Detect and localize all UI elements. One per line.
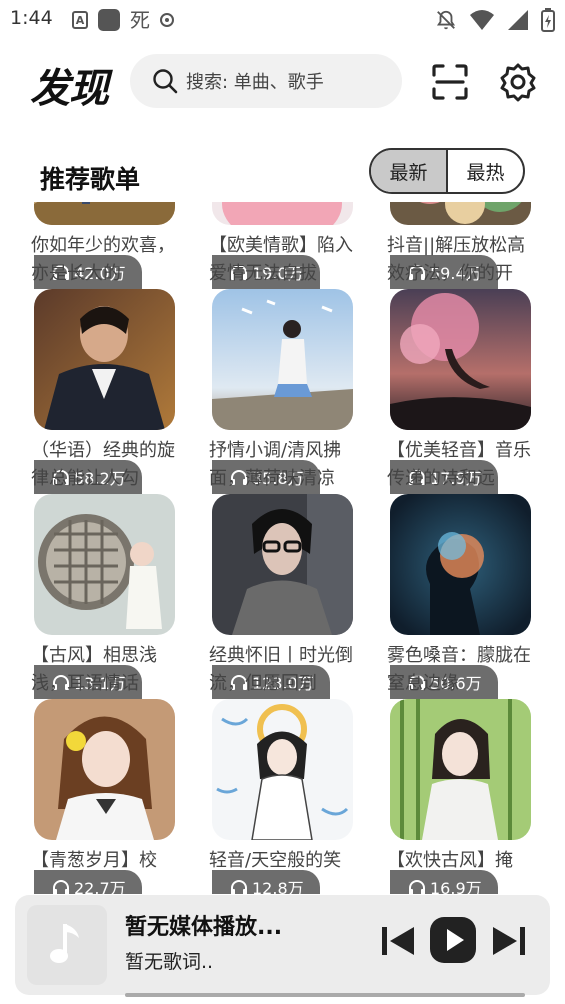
playlist-cover (212, 494, 353, 635)
search-placeholder: 搜索: 单曲、歌手 (186, 72, 324, 93)
status-time: 1:44 (10, 7, 53, 29)
playlist-title: 【优美轻音】音乐传递的诗和远 (387, 440, 531, 489)
player-artwork (27, 905, 107, 985)
mute-bell-icon (436, 10, 456, 30)
playlist-title: 【青葱岁月】校 (31, 850, 157, 871)
playlist-title: 经典怀旧丨时光倒流，但愿回到 (209, 645, 353, 694)
skip-next-icon (493, 927, 525, 955)
playlist-cover (390, 289, 531, 430)
app-glyph-icon: 死 (130, 8, 150, 32)
playlist-title: 轻音/天空般的笑 (209, 850, 342, 871)
play-icon (430, 917, 476, 963)
sort-toggle: 最新 最热 (369, 148, 525, 194)
play-button[interactable] (429, 916, 477, 964)
playlist-title: 抖音||解压放松高效疗法，你的开 (387, 235, 526, 284)
playlist-cover (34, 202, 175, 225)
status-bar: 1:44 A 死 (0, 0, 565, 38)
battery-icon (541, 8, 555, 32)
player-title: 暂无媒体播放... (125, 915, 283, 940)
playback-progress[interactable] (125, 993, 525, 997)
playlist-card[interactable]: 58.2万 （华语）经典的旋律总能让人勾 (31, 289, 178, 494)
playlist-title: 【欢快古风】掩 (387, 850, 513, 871)
record-icon (160, 13, 174, 27)
skip-previous-icon (382, 927, 414, 955)
wifi-icon (470, 10, 494, 30)
playlist-card[interactable]: 12.8万 轻音/天空般的笑 (209, 699, 356, 894)
previous-button[interactable] (378, 921, 418, 961)
search-input[interactable]: 搜索: 单曲、歌手 (130, 54, 402, 108)
playlist-card[interactable]: 123.0万 经典怀旧丨时光倒流，但愿回到 (209, 494, 356, 699)
playlist-cover (390, 494, 531, 635)
playlist-card[interactable]: 17.9万 【优美轻音】音乐传递的诗和远 (387, 289, 534, 494)
page-title: 发现 (30, 66, 109, 112)
playlist-card[interactable]: 35.8万 抒情小调/清风拂面，薄荷味清凉 (209, 289, 356, 494)
gear-icon (500, 63, 536, 102)
app-square-icon (98, 9, 120, 31)
tab-latest[interactable]: 最新 (371, 150, 448, 192)
tab-hottest[interactable]: 最热 (448, 150, 523, 192)
playlist-title: 你如年少的欢喜，亦是长大的 (31, 235, 175, 284)
playlist-card[interactable]: 16.9万 【欢快古风】掩 (387, 699, 534, 894)
settings-button[interactable] (498, 62, 538, 102)
playlist-cover (390, 699, 531, 840)
playlist-cover (34, 699, 175, 840)
status-system-icons (435, 8, 555, 32)
playlist-cover (34, 494, 175, 635)
scan-button[interactable] (430, 62, 470, 102)
playlist-cover (212, 289, 353, 430)
mini-player[interactable]: 暂无媒体播放... 暂无歌词.. (15, 895, 550, 997)
playlist-title: 抒情小调/清风拂面，薄荷味清凉 (209, 440, 342, 489)
playlist-card[interactable]: 13.1万 【古风】相思浅浅，耳语情话 (31, 494, 178, 699)
next-button[interactable] (489, 921, 529, 961)
playlist-title: 雾色嗓音：朦胧在窒息边缘 (387, 645, 531, 694)
playlist-title: 【古风】相思浅浅，耳语情话 (31, 645, 157, 694)
playlist-card[interactable]: 19.0万 【欧美情歌】陷入爱情无法自拔 (209, 202, 356, 289)
playlist-card[interactable]: 59.4万 抖音||解压放松高效疗法，你的开 (387, 202, 534, 289)
playlist-cover (390, 202, 531, 225)
signal-icon (508, 10, 528, 30)
search-icon (153, 69, 178, 94)
playlist-grid[interactable]: 42.0万 你如年少的欢喜，亦是长大的 19.0万 【欧美情歌】陷入爱情无法自拔… (0, 202, 565, 894)
music-note-icon (50, 924, 79, 963)
playlist-cover (34, 289, 175, 430)
scan-icon (432, 64, 468, 100)
playlist-cover (212, 202, 353, 225)
section-title: 推荐歌单 (40, 165, 141, 194)
status-notification-icons: A 死 (72, 9, 174, 31)
header: 发现 搜索: 单曲、歌手 (0, 52, 565, 112)
playlist-cover (212, 699, 353, 840)
playlist-card[interactable]: 50.6万 雾色嗓音：朦胧在窒息边缘 (387, 494, 534, 699)
playlist-title: （华语）经典的旋律总能让人勾 (31, 440, 175, 489)
playlist-card[interactable]: 22.7万 【青葱岁月】校 (31, 699, 178, 894)
playlist-card[interactable]: 42.0万 你如年少的欢喜，亦是长大的 (31, 202, 178, 289)
playlist-title: 【欧美情歌】陷入爱情无法自拔 (209, 235, 353, 284)
player-lyrics: 暂无歌词.. (125, 951, 214, 973)
a-badge-icon: A (72, 11, 88, 29)
